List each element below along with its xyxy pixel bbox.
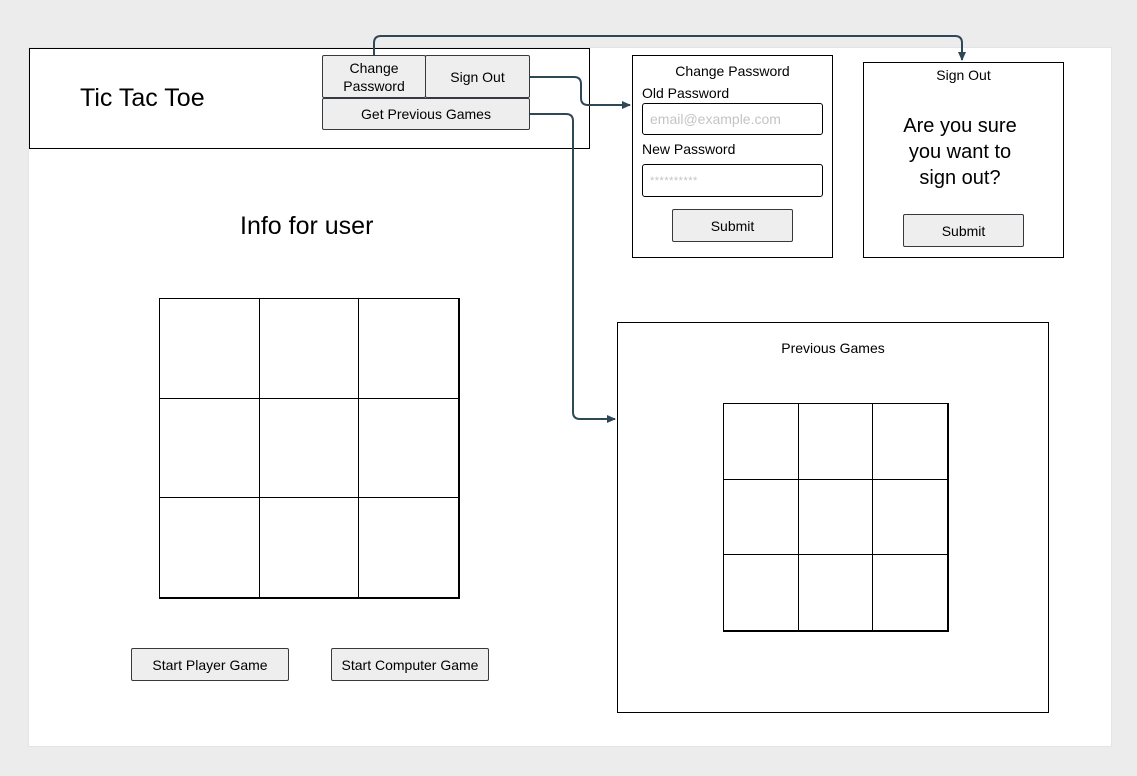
arrow-sign-out-to-change-password-panel xyxy=(530,76,631,109)
connector-arrows xyxy=(373,35,966,423)
arrow-change-password-to-sign-out-panel xyxy=(373,35,966,61)
arrow-previous-games-to-panel xyxy=(530,113,616,423)
